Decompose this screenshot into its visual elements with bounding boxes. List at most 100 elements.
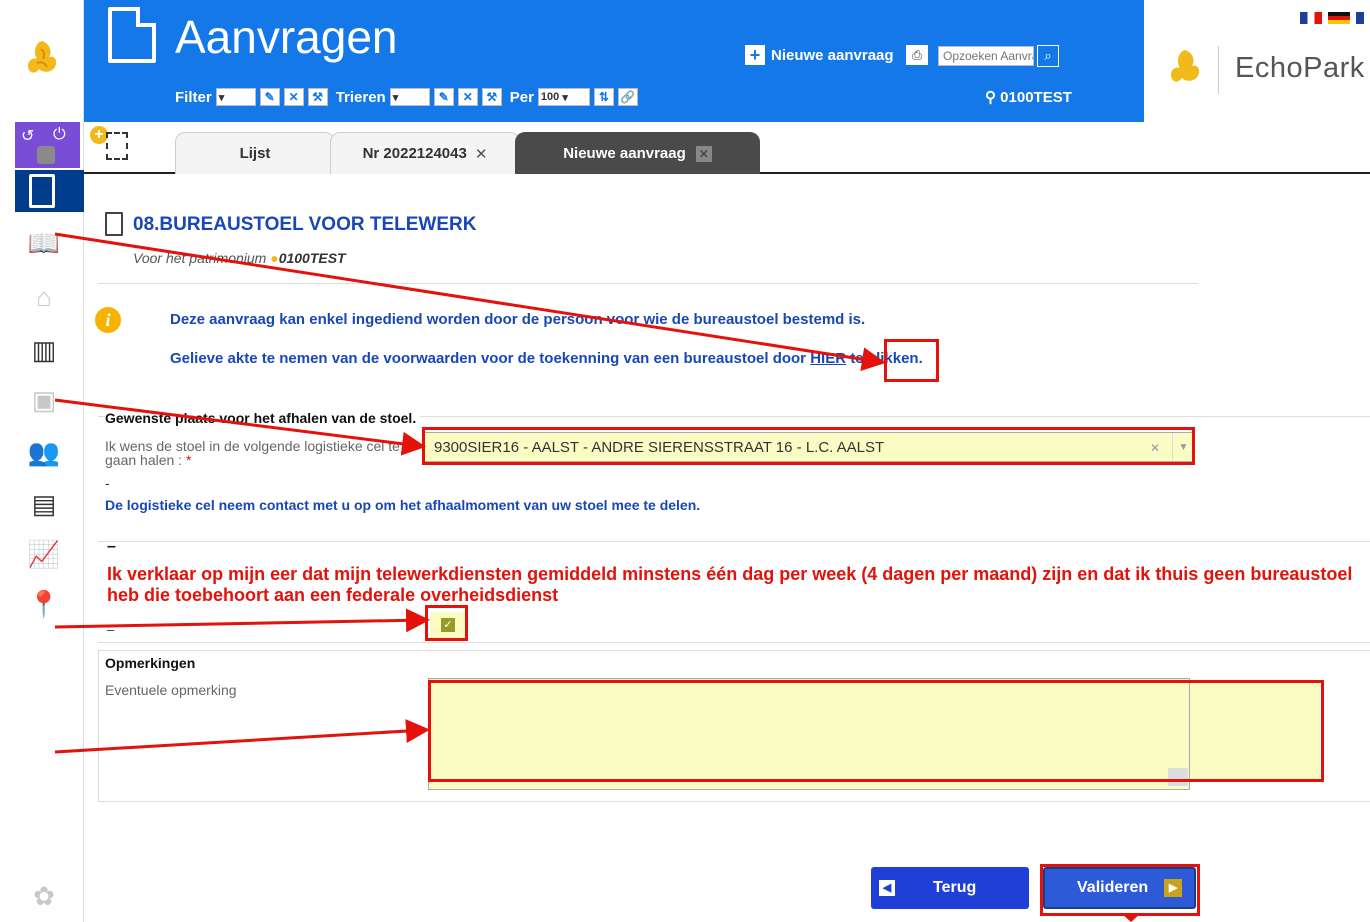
- pickup-dash: -: [105, 475, 110, 491]
- sidebar-item-statistics[interactable]: 📈: [24, 534, 64, 574]
- page-title: Aanvragen: [175, 11, 398, 63]
- validate-button[interactable]: Valideren ▶: [1043, 867, 1196, 909]
- declaration-checkbox[interactable]: ✓: [430, 612, 466, 638]
- checkmark-icon: ✓: [441, 618, 455, 632]
- divider: [98, 283, 1198, 284]
- network-icon: [37, 146, 55, 164]
- new-request-button[interactable]: + Nieuwe aanvraag: [745, 45, 894, 65]
- search-button[interactable]: ⌕: [1037, 45, 1059, 67]
- back-button[interactable]: ◀ Terug: [871, 867, 1029, 909]
- sort-order-icon[interactable]: ⇅: [593, 88, 614, 106]
- tab-list[interactable]: Lijst: [175, 132, 335, 174]
- remarks-textarea[interactable]: [428, 678, 1190, 790]
- echopark-logo-gray-icon: ✿: [33, 880, 55, 911]
- sidebar-item-locations[interactable]: 📍: [24, 584, 64, 624]
- declaration-dash-2: –: [107, 622, 115, 637]
- validate-label: Valideren: [1077, 879, 1149, 896]
- document-icon: [29, 174, 55, 208]
- pickup-location-select[interactable]: 9300SIER16 - AALST - ANDRE SIERENSSTRAAT…: [423, 432, 1195, 462]
- per-page-label: Per: [509, 88, 534, 106]
- sort-select[interactable]: ▾: [389, 88, 430, 106]
- subtitle-prefix: Voor het patrimonium: [133, 250, 267, 266]
- info-line-2-before: Gelieve akte te nemen van de voorwaarden…: [170, 350, 807, 367]
- sidebar-footer-logo: ✿: [24, 876, 64, 916]
- sidebar-item-save[interactable]: ▣: [24, 380, 64, 420]
- tab-request-label: Nr 2022124043: [362, 145, 467, 162]
- echopark-logo-icon: [27, 41, 57, 73]
- chevron-down-icon[interactable]: ▼: [1172, 433, 1194, 461]
- subtitle-location: 0100TEST: [278, 250, 346, 266]
- chart-icon: 📈: [27, 538, 61, 569]
- plus-icon: +: [745, 45, 765, 65]
- brand-name: EchoPark: [1235, 52, 1365, 84]
- arrow-right-icon: ▶: [1164, 879, 1183, 897]
- info-line-2-after: te klikken.: [850, 350, 923, 367]
- dashed-document-icon: [106, 132, 128, 160]
- search-input[interactable]: [938, 46, 1034, 66]
- new-request-label: Nieuwe aanvraag: [771, 46, 894, 64]
- print-button[interactable]: ⎙: [906, 45, 928, 65]
- pickup-label-text: Ik wens de stoel in de volgende logistie…: [105, 438, 400, 468]
- flag-de-icon[interactable]: [1328, 12, 1350, 24]
- link-icon[interactable]: 🔗: [617, 88, 638, 106]
- location-pin-icon: ●: [270, 250, 279, 266]
- conditions-link[interactable]: HIER: [810, 350, 846, 367]
- configure-sort-icon[interactable]: ⚒: [481, 88, 502, 106]
- divider: [98, 642, 1370, 643]
- per-page-select[interactable]: 100 ▾: [537, 88, 590, 106]
- brand-divider: [1218, 46, 1219, 94]
- flag-fr-icon[interactable]: [1300, 12, 1322, 24]
- per-page-value: 100: [540, 91, 560, 103]
- users-icon: 👥: [27, 436, 61, 467]
- tab-new-request[interactable]: Nieuwe aanvraag ✕: [515, 132, 760, 174]
- printer-icon: ⎙: [912, 48, 922, 62]
- remarks-field-label: Eventuele opmerking: [105, 682, 237, 698]
- declaration-dash: –: [107, 538, 116, 555]
- filter-toolbar: Filter ▾ ✎ ✕ ⚒ Trieren ▾ ✎ ✕ ⚒ Per 100 ▾…: [175, 86, 638, 108]
- info-line-1: Deze aanvraag kan enkel ingediend worden…: [170, 311, 866, 328]
- binders-icon: ▥: [31, 334, 57, 365]
- form-document-icon: [105, 212, 123, 236]
- language-flags: [1300, 12, 1364, 24]
- current-location: ⚲ 0100TEST: [985, 88, 1072, 106]
- floppy-icon: ▣: [31, 384, 57, 415]
- clear-selection-icon[interactable]: ✕: [1150, 441, 1160, 455]
- pickup-location-value: 9300SIER16 - AALST - ANDRE SIERENSSTRAAT…: [434, 438, 885, 456]
- tab-new-request-label: Nieuwe aanvraag: [563, 145, 686, 162]
- close-tab-icon[interactable]: ✕: [695, 145, 712, 162]
- house-document-icon: ⌂: [36, 281, 52, 312]
- tab-request-2022124043[interactable]: Nr 2022124043 ✕: [330, 132, 520, 174]
- search-icon: ⌕: [1044, 48, 1052, 63]
- session-power-button[interactable]: ↺ ⏻: [15, 122, 80, 168]
- filter-select[interactable]: ▾: [215, 88, 256, 106]
- sidebar-item-catalog[interactable]: 📖: [24, 223, 64, 263]
- resize-handle[interactable]: [1168, 768, 1188, 786]
- edit-filter-icon[interactable]: ✎: [259, 88, 280, 106]
- close-tab-icon[interactable]: ✕: [475, 145, 488, 163]
- honor-declaration: Ik verklaar op mijn eer dat mijn telewer…: [107, 564, 1353, 605]
- screen: { "header": { "title": "Aanvragen", "fil…: [0, 0, 1370, 922]
- arrow-left-icon: ◀: [879, 880, 895, 896]
- back-label: Terug: [933, 879, 977, 896]
- app-logo: [15, 5, 69, 115]
- sidebar-item-users[interactable]: 👥: [24, 432, 64, 472]
- edit-sort-icon[interactable]: ✎: [433, 88, 454, 106]
- form-title: 08.BUREAUSTOEL VOOR TELEWERK: [133, 214, 477, 235]
- sidebar-item-buildings[interactable]: ⌂: [24, 277, 64, 317]
- location-pin-icon: ⚲: [985, 89, 996, 106]
- sidebar-item-archive[interactable]: ▥: [24, 330, 64, 370]
- configure-filter-icon[interactable]: ⚒: [307, 88, 328, 106]
- pickup-note: De logistieke cel neem contact met u op …: [105, 497, 701, 513]
- info-line-2: Gelieve akte te nemen van de voorwaarden…: [170, 350, 923, 367]
- clear-filter-icon[interactable]: ✕: [283, 88, 304, 106]
- clear-sort-icon[interactable]: ✕: [457, 88, 478, 106]
- sidebar-item-requests[interactable]: [15, 170, 84, 212]
- pickup-field-label: Ik wens de stoel in de volgende logistie…: [105, 439, 420, 467]
- sort-label: Trieren: [335, 88, 386, 106]
- divider: [98, 541, 1370, 542]
- new-tab-button[interactable]: +: [84, 122, 140, 174]
- remarks-highlight: [1190, 680, 1320, 780]
- refresh-icon: ↺: [21, 128, 35, 145]
- sidebar-item-contacts[interactable]: ▤: [24, 484, 64, 524]
- flag-uk-icon[interactable]: [1356, 12, 1364, 24]
